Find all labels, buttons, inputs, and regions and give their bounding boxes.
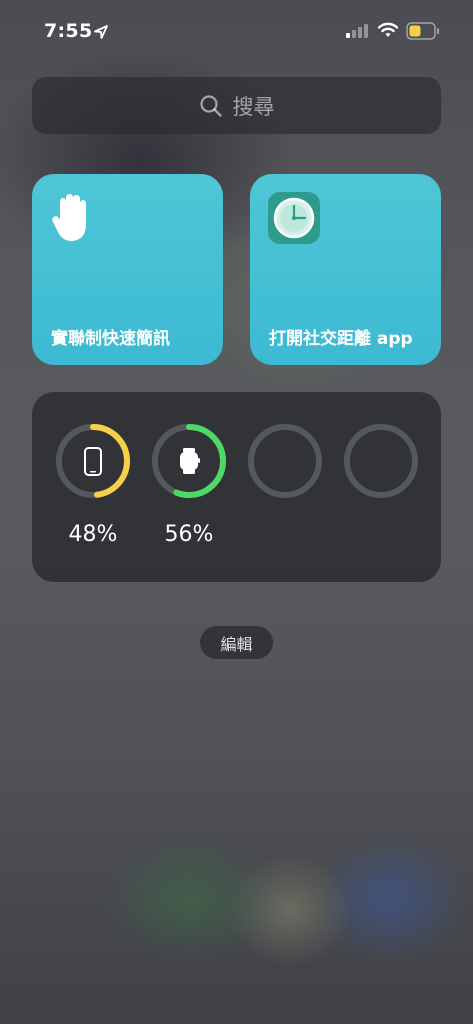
shortcut-tile-social-distance[interactable]: 打開社交距離 app bbox=[250, 174, 441, 365]
battery-icon bbox=[406, 22, 439, 40]
shortcut-tile-sms[interactable]: 實聯制快速簡訊 bbox=[32, 174, 223, 365]
battery-percent-watch: 56% bbox=[164, 522, 214, 547]
search-bar[interactable]: 搜尋 bbox=[32, 77, 441, 134]
status-time: 7:55 bbox=[44, 20, 93, 42]
search-placeholder: 搜尋 bbox=[232, 94, 275, 119]
battery-ring-empty bbox=[246, 422, 324, 500]
hand-icon bbox=[52, 194, 86, 241]
social-distance-app-icon bbox=[268, 192, 320, 244]
shortcut-label-social-distance: 打開社交距離 app bbox=[269, 329, 413, 349]
battery-level-fill bbox=[409, 25, 421, 37]
watch-icon bbox=[180, 448, 200, 474]
battery-ring-iphone bbox=[54, 422, 132, 500]
clock-app-icon bbox=[273, 197, 315, 239]
cellular-signal-icon bbox=[346, 24, 368, 38]
batteries-widget[interactable]: 48% 56% bbox=[32, 392, 441, 582]
location-arrow-icon bbox=[94, 25, 108, 39]
search-icon bbox=[199, 94, 222, 117]
battery-percent-iphone: 48% bbox=[68, 522, 118, 547]
status-bar: 7:55 bbox=[0, 0, 473, 60]
battery-ring-empty bbox=[342, 422, 420, 500]
edit-button[interactable]: 編輯 bbox=[200, 626, 273, 659]
battery-ring-watch bbox=[150, 422, 228, 500]
wifi-icon bbox=[378, 22, 398, 37]
iphone-icon bbox=[84, 447, 102, 476]
shortcut-label-sms: 實聯制快速簡訊 bbox=[51, 329, 170, 349]
